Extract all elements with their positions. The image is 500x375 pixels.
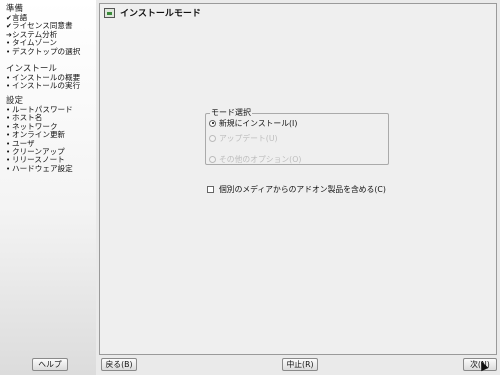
installation-steps-sidebar: 準備 ✔ 言語 ✔ ライセンス同意書 ➔ システム分析 • タイムゾーン • デスクトップの選択イン… <box>0 0 96 375</box>
sidebar-step-label: インストールの実行 <box>12 81 81 91</box>
radio-button-icon <box>209 155 216 163</box>
panel-header: インストールモード <box>100 4 496 21</box>
sidebar-step-label: ハードウェア設定 <box>12 163 73 173</box>
sidebar-group: インストール • インストールの概要 • インストールの実行 <box>6 64 80 91</box>
step-status-icon: • <box>6 47 11 56</box>
radio-new-install[interactable]: 新規にインストール(I) <box>209 118 297 128</box>
cancel-button[interactable]: 中止(R) <box>282 358 318 371</box>
sidebar-step-item: • インストールの実行 <box>6 81 81 91</box>
step-status-icon: • <box>6 164 11 173</box>
addon-products-option[interactable]: 個別のメディアからのアドオン製品を含める(C) <box>207 184 386 194</box>
sidebar-step-label: デスクトップの選択 <box>12 46 81 56</box>
sidebar-step-item: • ハードウェア設定 <box>6 163 73 173</box>
sidebar-step-item: • デスクトップの選択 <box>6 46 81 56</box>
addon-products-label: 個別のメディアからのアドオン製品を含める(C) <box>219 184 386 194</box>
radio-update-label: アップデート(U) <box>219 133 278 143</box>
radio-update: アップデート(U) <box>209 133 278 143</box>
sidebar-group: 設定 • ルートパスワード • ホスト名 • ネットワーク • オンライン更新 • ユーザ • クリーン… <box>6 96 73 173</box>
help-button[interactable]: ヘルプ <box>32 358 68 371</box>
mode-selection-legend: モード選択 <box>210 108 252 118</box>
page-title: インストールモード <box>120 9 201 19</box>
sidebar-group: 準備 ✔ 言語 ✔ ライセンス同意書 ➔ システム分析 • タイムゾーン • デスクトップの選択 <box>6 4 80 56</box>
radio-button-icon <box>209 134 216 142</box>
installer-icon <box>104 7 115 18</box>
radio-new-install-label: 新規にインストール(I) <box>219 118 298 128</box>
step-status-icon: • <box>6 82 11 91</box>
radio-other-options: その他のオプション(O) <box>209 154 301 164</box>
addon-products-checkbox[interactable] <box>207 185 214 193</box>
radio-button-icon[interactable] <box>209 119 216 127</box>
mode-selection-group: モード選択 新規にインストール(I) アップデート(U) その他のオプション(O… <box>205 108 389 165</box>
radio-other-options-label: その他のオプション(O) <box>219 154 302 164</box>
back-button[interactable]: 戻る(B) <box>101 358 137 371</box>
main-panel: インストールモード モード選択 新規にインストール(I) アップデート(U) そ… <box>99 3 497 355</box>
